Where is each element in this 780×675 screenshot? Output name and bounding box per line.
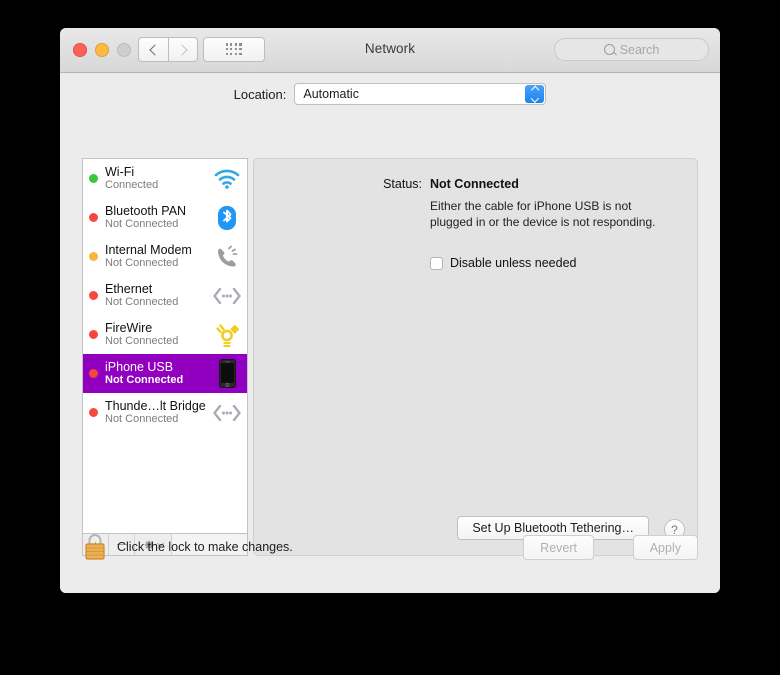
search-field[interactable]: Search	[554, 38, 709, 61]
location-row: Location: Automatic	[60, 72, 720, 116]
service-status: Not Connected	[105, 374, 184, 386]
wifi-icon	[212, 164, 242, 194]
search-icon	[603, 44, 615, 55]
status-dot-icon	[89, 174, 98, 183]
lock-hint-text: Click the lock to make changes.	[117, 540, 293, 554]
disable-unless-needed-row[interactable]: Disable unless needed	[430, 256, 576, 270]
desktop-background: Network Search Location: Automatic Wi-Fi…	[0, 0, 780, 675]
service-list-container: Wi-Fi Connected Bluetooth PAN Not Connected…	[82, 158, 248, 558]
service-detail-pane: Status: Not Connected Either the cable f…	[253, 158, 698, 556]
status-dot-icon	[89, 252, 98, 261]
firewire-icon	[212, 320, 242, 350]
service-status: Not Connected	[105, 296, 179, 308]
lock-button[interactable]	[82, 532, 108, 562]
service-list-item[interactable]: FireWire Not Connected	[83, 315, 247, 354]
location-selected-value: Automatic	[303, 87, 359, 101]
service-status: Connected	[105, 179, 159, 191]
service-name: Thunde…lt Bridge	[105, 399, 206, 413]
network-service-list[interactable]: Wi-Fi Connected Bluetooth PAN Not Connected…	[82, 158, 248, 534]
apply-button[interactable]: Apply	[632, 535, 698, 560]
status-badge: Not Connected	[430, 177, 519, 191]
service-list-item[interactable]: iPhone USB Not Connected	[83, 354, 247, 393]
status-dot-icon	[89, 291, 98, 300]
service-list-item[interactable]: Internal Modem Not Connected	[83, 237, 247, 276]
service-list-item[interactable]: Wi-Fi Connected	[83, 159, 247, 198]
service-status: Not Connected	[105, 218, 179, 230]
service-list-item[interactable]: Bluetooth PAN Not Connected	[83, 198, 247, 237]
service-text: Wi-Fi Connected	[105, 165, 212, 192]
bluetooth-icon	[212, 203, 242, 233]
disable-unless-needed-checkbox[interactable]	[430, 256, 443, 270]
service-name: iPhone USB	[105, 360, 174, 374]
service-status: Not Connected	[105, 413, 179, 425]
window-titlebar: Network Search	[60, 28, 720, 73]
status-dot-icon	[89, 330, 98, 339]
location-label: Location:	[233, 86, 287, 102]
search-inner: Search	[603, 42, 660, 57]
service-text: Bluetooth PAN Not Connected	[105, 204, 212, 231]
preferences-content: Wi-Fi Connected Bluetooth PAN Not Connected…	[60, 116, 720, 593]
service-name: FireWire	[105, 321, 153, 335]
service-text: Internal Modem Not Connected	[105, 243, 212, 270]
thunderbolt-icon	[212, 398, 242, 428]
chevron-up-icon	[530, 85, 539, 94]
iphone-icon	[212, 359, 242, 389]
service-name: Wi-Fi	[105, 165, 135, 179]
search-placeholder: Search	[619, 42, 660, 57]
service-name: Bluetooth PAN	[105, 204, 187, 218]
service-status: Not Connected	[105, 335, 179, 347]
status-dot-icon	[89, 213, 98, 222]
revert-button[interactable]: Revert	[523, 535, 594, 560]
popup-stepper-icon[interactable]	[525, 85, 545, 103]
lock-icon	[85, 534, 105, 560]
status-dot-icon	[89, 408, 98, 417]
service-text: FireWire Not Connected	[105, 321, 212, 348]
location-popup-button[interactable]: Automatic	[294, 83, 547, 105]
service-text: iPhone USB Not Connected	[105, 360, 212, 387]
window-footer: Click the lock to make changes. Revert A…	[60, 515, 720, 593]
status-description: Either the cable for iPhone USB is not p…	[430, 199, 656, 229]
status-dot-icon	[89, 369, 98, 378]
service-text: Thunde…lt Bridge Not Connected	[105, 399, 212, 426]
service-name: Internal Modem	[105, 243, 192, 257]
status-label: Status:	[383, 177, 422, 191]
modem-icon	[212, 242, 242, 272]
chevron-down-icon	[530, 94, 539, 103]
service-list-item[interactable]: Thunde…lt Bridge Not Connected	[83, 393, 247, 432]
disable-unless-needed-label: Disable unless needed	[450, 256, 577, 270]
service-status: Not Connected	[105, 257, 179, 269]
service-name: Ethernet	[105, 282, 153, 296]
network-preferences-window: Network Search Location: Automatic Wi-Fi…	[60, 28, 720, 593]
ethernet-icon	[212, 281, 242, 311]
service-text: Ethernet Not Connected	[105, 282, 212, 309]
service-list-item[interactable]: Ethernet Not Connected	[83, 276, 247, 315]
